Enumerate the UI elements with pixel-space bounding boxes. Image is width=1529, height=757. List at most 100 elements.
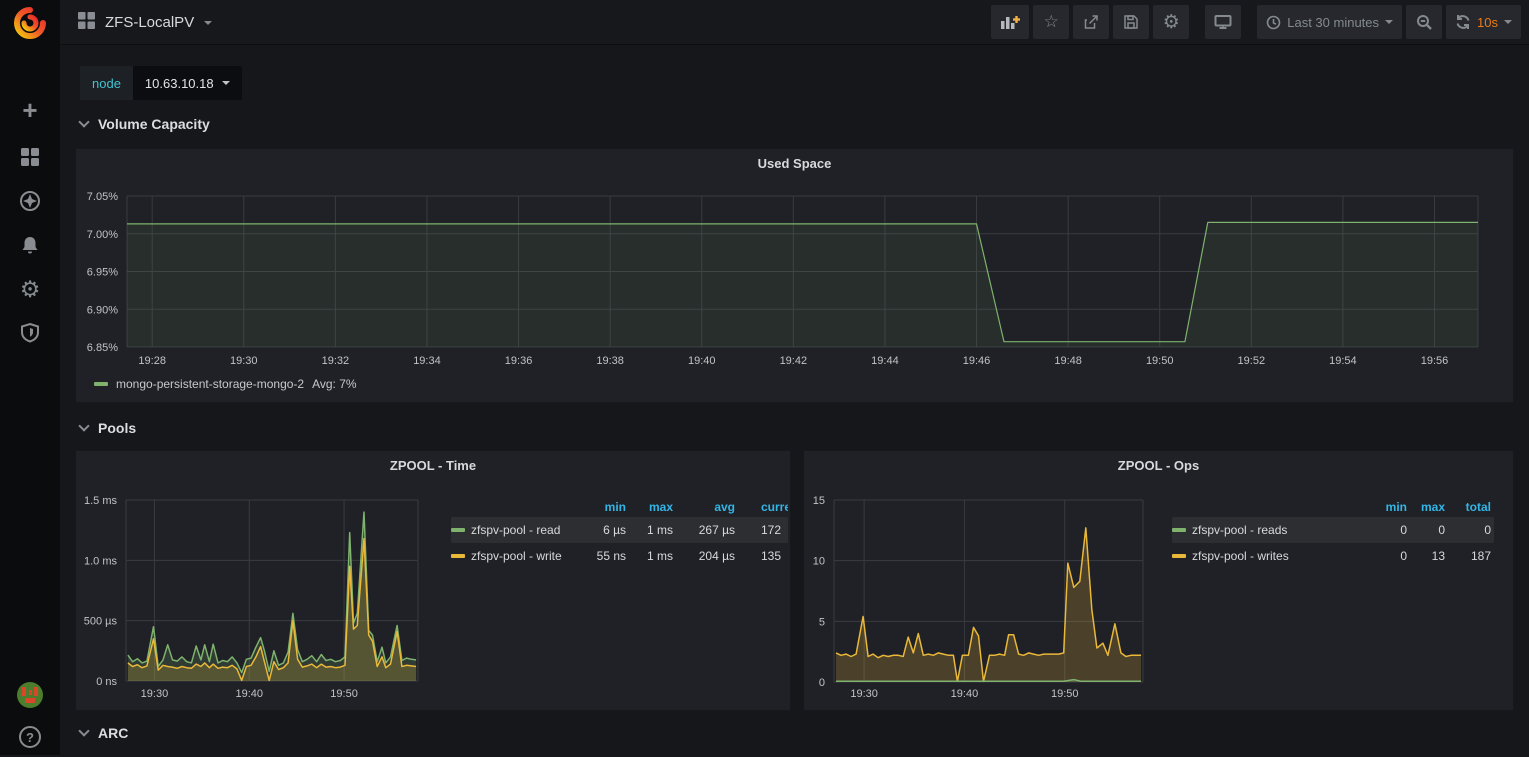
save-icon xyxy=(1123,14,1139,30)
legend-header-min[interactable]: min xyxy=(1322,500,1407,514)
legend-header-min[interactable]: min xyxy=(571,500,626,514)
legend-row: zfspv-pool - write55 ns1 ms204 µs135 xyxy=(451,543,788,569)
dashboard-grid-icon xyxy=(78,12,95,34)
server-admin-shield-icon[interactable] xyxy=(0,313,60,353)
svg-text:7.05%: 7.05% xyxy=(87,191,118,203)
svg-text:10: 10 xyxy=(813,556,825,568)
star-button[interactable]: ☆ xyxy=(1033,5,1069,39)
svg-text:1.0 ms: 1.0 ms xyxy=(84,555,118,567)
section-arc-label: ARC xyxy=(98,725,128,741)
series-swatch xyxy=(94,382,108,386)
svg-text:6.90%: 6.90% xyxy=(87,304,118,316)
legend-row: zfspv-pool - writes013187 xyxy=(1172,543,1494,569)
legend-value: 172 xyxy=(735,523,788,537)
dashboards-icon[interactable] xyxy=(0,137,60,177)
svg-text:15: 15 xyxy=(813,495,825,507)
legend-series-name[interactable]: mongo-persistent-storage-mongo-2 xyxy=(116,377,304,391)
svg-text:19:44: 19:44 xyxy=(871,355,899,367)
section-arc[interactable]: ARC xyxy=(80,725,128,741)
legend-header-avg[interactable]: avg xyxy=(673,500,735,514)
zoom-out-button[interactable] xyxy=(1406,5,1442,39)
share-button[interactable] xyxy=(1073,5,1109,39)
variable-node-picker: node 10.63.10.18 xyxy=(80,66,242,100)
monitor-icon xyxy=(1214,14,1232,30)
add-panel-button[interactable] xyxy=(991,5,1029,39)
gear-icon: ⚙ xyxy=(1163,13,1180,32)
svg-text:19:40: 19:40 xyxy=(235,688,263,700)
legend-header-row: minmaxavgcurrent xyxy=(451,497,788,517)
legend-header-max[interactable]: max xyxy=(1407,500,1445,514)
configuration-gear-icon[interactable]: ⚙ xyxy=(0,269,60,309)
svg-text:19:50: 19:50 xyxy=(1051,688,1079,700)
share-icon xyxy=(1083,14,1099,30)
svg-text:0: 0 xyxy=(819,677,825,689)
panel-used-space: Used Space 7.05%7.00%6.95%6.90%6.85%19:2… xyxy=(75,148,1514,403)
svg-text:19:30: 19:30 xyxy=(230,355,258,367)
section-volume-capacity[interactable]: Volume Capacity xyxy=(80,116,210,132)
refresh-interval-caret-icon[interactable] xyxy=(1504,20,1512,24)
legend-series-name[interactable]: zfspv-pool - writes xyxy=(1172,549,1322,563)
grafana-logo[interactable] xyxy=(13,6,47,40)
refresh-interval-label[interactable]: 10s xyxy=(1477,15,1498,30)
legend-header-max[interactable]: max xyxy=(626,500,673,514)
dashboard-title-caret-icon[interactable] xyxy=(204,21,212,25)
legend-series-name[interactable]: zfspv-pool - read xyxy=(451,523,571,537)
time-range-caret-icon xyxy=(1385,20,1393,24)
legend-series-name[interactable]: zfspv-pool - reads xyxy=(1172,523,1322,537)
legend-value: 1 ms xyxy=(626,549,673,563)
zpool-time-chart[interactable]: 1.5 ms1.0 ms500 µs0 ns19:3019:4019:50 xyxy=(76,451,792,712)
legend-value: 187 xyxy=(1445,549,1491,563)
svg-text:19:32: 19:32 xyxy=(322,355,350,367)
section-volume-capacity-label: Volume Capacity xyxy=(98,116,210,132)
svg-text:19:50: 19:50 xyxy=(1146,355,1174,367)
create-plus-icon[interactable]: + xyxy=(0,90,60,130)
svg-text:1.5 ms: 1.5 ms xyxy=(84,495,118,507)
used-space-chart[interactable]: 7.05%7.00%6.95%6.90%6.85%19:2819:3019:32… xyxy=(76,149,1515,404)
zpool-ops-chart[interactable]: 15105019:3019:4019:50 xyxy=(804,451,1515,712)
legend-value: 135 xyxy=(735,549,788,563)
svg-text:19:28: 19:28 xyxy=(138,355,166,367)
section-pools[interactable]: Pools xyxy=(80,420,136,436)
save-button[interactable] xyxy=(1113,5,1149,39)
svg-text:19:40: 19:40 xyxy=(951,688,979,700)
alerting-bell-icon[interactable] xyxy=(0,225,60,265)
panel-zpool-ops: ZPOOL - Ops 15105019:3019:4019:50 minmax… xyxy=(803,450,1514,711)
clock-icon xyxy=(1266,15,1281,30)
series-swatch xyxy=(1172,554,1186,558)
time-range-picker[interactable]: Last 30 minutes xyxy=(1257,5,1402,39)
sidebar: + ⚙ ? xyxy=(0,0,60,755)
refresh-button[interactable]: 10s xyxy=(1446,5,1521,39)
legend-row: zfspv-pool - reads000 xyxy=(1172,517,1494,543)
svg-text:19:52: 19:52 xyxy=(1238,355,1266,367)
dashboard-settings-button[interactable]: ⚙ xyxy=(1153,5,1189,39)
zpool-ops-legend: minmaxtotalzfspv-pool - reads000zfspv-po… xyxy=(1172,497,1494,569)
used-space-legend: mongo-persistent-storage-mongo-2 Avg: 7% xyxy=(94,377,357,391)
user-avatar[interactable] xyxy=(0,675,60,715)
dashboard-title[interactable]: ZFS-LocalPV xyxy=(105,14,194,31)
variable-node-label: node xyxy=(80,66,133,100)
zpool-time-legend: minmaxavgcurrentzfspv-pool - read6 µs1 m… xyxy=(451,497,788,569)
chevron-down-icon xyxy=(78,116,89,127)
explore-compass-icon[interactable] xyxy=(0,181,60,221)
variable-node-value-dropdown[interactable]: 10.63.10.18 xyxy=(133,66,242,100)
svg-text:500 µs: 500 µs xyxy=(84,616,118,628)
legend-value: 0 xyxy=(1322,523,1407,537)
panel-zpool-time: ZPOOL - Time 1.5 ms1.0 ms500 µs0 ns19:30… xyxy=(75,450,791,711)
tv-mode-button[interactable] xyxy=(1205,5,1241,39)
svg-text:7.00%: 7.00% xyxy=(87,229,118,241)
legend-header-current[interactable]: current xyxy=(735,500,788,514)
help-icon[interactable]: ? xyxy=(0,717,60,757)
zoom-out-icon xyxy=(1416,14,1433,31)
legend-series-name[interactable]: zfspv-pool - write xyxy=(451,549,571,563)
svg-text:5: 5 xyxy=(819,616,825,628)
legend-value: 1 ms xyxy=(626,523,673,537)
svg-text:19:54: 19:54 xyxy=(1329,355,1357,367)
svg-text:19:40: 19:40 xyxy=(688,355,716,367)
svg-text:19:56: 19:56 xyxy=(1421,355,1449,367)
svg-text:19:34: 19:34 xyxy=(413,355,441,367)
legend-header-total[interactable]: total xyxy=(1445,500,1491,514)
svg-text:19:50: 19:50 xyxy=(330,688,358,700)
legend-value: 55 ns xyxy=(571,549,626,563)
svg-text:0 ns: 0 ns xyxy=(96,676,117,688)
svg-text:6.85%: 6.85% xyxy=(87,342,118,354)
